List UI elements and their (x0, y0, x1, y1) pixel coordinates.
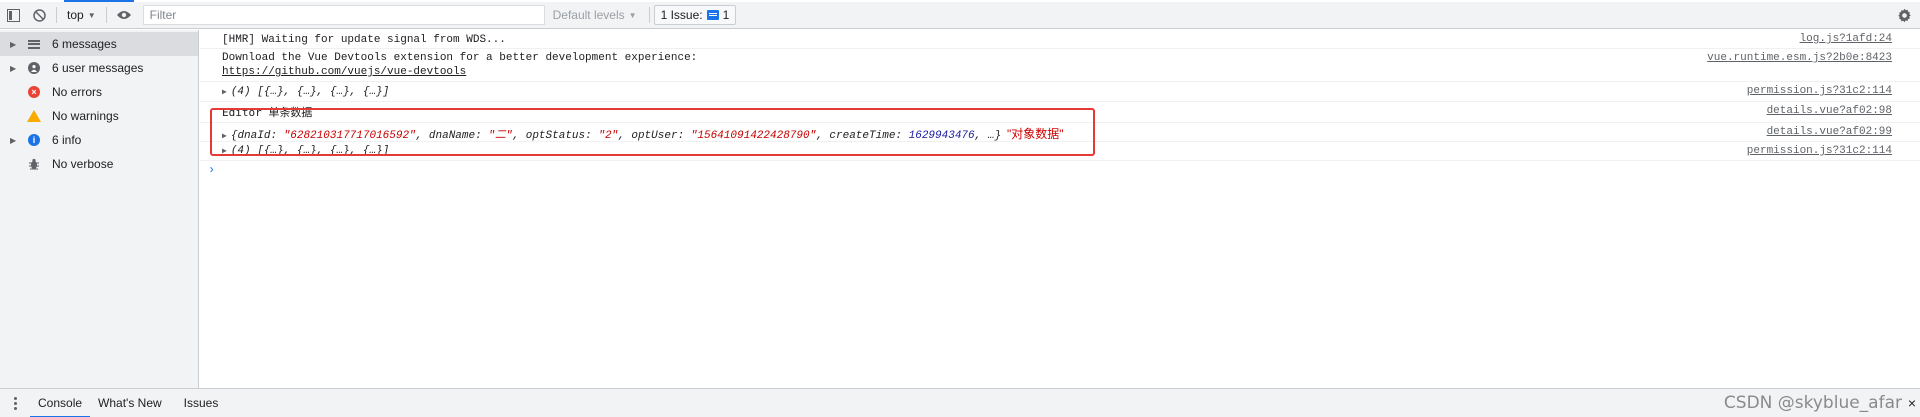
sidebar-item-label: No verbose (52, 157, 114, 171)
bug-icon (26, 156, 42, 172)
console-sidebar: ▶ 6 messages ▶ 6 user messages × No erro… (0, 30, 199, 388)
console-message: ▶ (4) [{…}, {…}, {…}, {…}] permission.js?… (200, 82, 1920, 102)
gear-icon[interactable] (1894, 5, 1914, 25)
tab-whats-new[interactable]: What's New (90, 389, 170, 417)
issues-label: 1 Issue: (660, 8, 703, 22)
clear-console-icon[interactable] (26, 2, 52, 28)
toolbar-divider (105, 7, 107, 23)
tab-issues[interactable]: Issues (176, 389, 227, 417)
source-link[interactable]: permission.js?31c2:114 (1747, 85, 1892, 97)
expand-arrow-icon[interactable]: ▶ (10, 40, 18, 49)
sidebar-item-label: No errors (52, 85, 103, 99)
sidebar-item-label: 6 info (52, 133, 82, 147)
expand-arrow-icon[interactable]: ▶ (222, 88, 227, 97)
sidebar-item-verbose[interactable]: No verbose (0, 152, 198, 176)
devtools-link[interactable]: https://github.com/vuejs/vue-devtools (222, 65, 1914, 79)
source-link[interactable]: details.vue?af02:98 (1767, 105, 1892, 117)
source-link[interactable]: permission.js?31c2:114 (1747, 145, 1892, 157)
console-message: [HMR] Waiting for update signal from WDS… (200, 30, 1920, 49)
issues-count: 1 (722, 8, 730, 22)
console-toolbar: top ▼ Default levels ▼ 1 Issue: 1 (0, 2, 1920, 29)
chevron-down-icon: ▼ (628, 10, 637, 20)
message-text: Download the Vue Devtools extension for … (222, 52, 698, 64)
expand-arrow-icon[interactable]: ▶ (10, 64, 18, 73)
expand-arrow-icon[interactable]: ▶ (10, 136, 18, 145)
context-selector[interactable]: top ▼ (61, 5, 102, 25)
array-text: (4) [{…}, {…}, {…}, {…}] (230, 86, 390, 98)
info-icon: i (26, 132, 42, 148)
user-icon (26, 60, 42, 76)
sidebar-item-label: 6 user messages (52, 61, 144, 75)
sidebar-item-errors[interactable]: × No errors (0, 80, 198, 104)
error-icon: × (26, 84, 42, 100)
source-link[interactable]: vue.runtime.esm.js?2b0e:8423 (1707, 52, 1892, 64)
watermark: CSDN @skyblue_afar (1723, 393, 1902, 413)
levels-label: Default levels (552, 8, 625, 22)
chevron-down-icon: ▼ (87, 10, 96, 20)
close-icon[interactable]: × (1908, 395, 1916, 411)
console-message: Download the Vue Devtools extension for … (200, 49, 1920, 82)
prompt-chevron-icon: › (208, 163, 216, 177)
sidebar-item-label: 6 messages (52, 37, 117, 51)
log-levels-dropdown[interactable]: Default levels ▼ (545, 8, 645, 22)
live-expression-eye-icon[interactable] (111, 2, 137, 28)
context-label: top (67, 8, 84, 22)
tab-console[interactable]: Console (30, 389, 91, 417)
filter-box (142, 5, 545, 25)
annotation-highlight-box (210, 108, 1095, 156)
source-link[interactable]: log.js?1afd:24 (1800, 33, 1892, 45)
list-icon (26, 36, 42, 52)
more-tools-icon[interactable] (0, 396, 30, 411)
drawer-tabbar: Console What's New Issues CSDN @skyblue_… (0, 388, 1920, 417)
filter-input[interactable] (149, 8, 544, 22)
sidebar-item-messages[interactable]: ▶ 6 messages (0, 32, 198, 56)
toolbar-divider (56, 7, 57, 23)
toggle-sidebar-icon[interactable] (0, 2, 26, 28)
console-prompt-row[interactable]: › (200, 161, 1920, 181)
toolbar-divider (648, 7, 650, 23)
sidebar-item-warnings[interactable]: No warnings (0, 104, 198, 128)
message-text: [HMR] Waiting for update signal from WDS… (222, 34, 506, 46)
array-preview[interactable]: ▶ (4) [{…}, {…}, {…}, {…}] (222, 86, 389, 98)
source-link[interactable]: details.vue?af02:99 (1767, 126, 1892, 138)
sidebar-item-info[interactable]: ▶ i 6 info (0, 128, 198, 152)
warning-icon (26, 108, 42, 124)
issue-message-icon (706, 10, 719, 20)
console-messages: [HMR] Waiting for update signal from WDS… (200, 30, 1920, 388)
sidebar-item-user-messages[interactable]: ▶ 6 user messages (0, 56, 198, 80)
sidebar-item-label: No warnings (52, 109, 119, 123)
issues-button[interactable]: 1 Issue: 1 (653, 5, 737, 25)
